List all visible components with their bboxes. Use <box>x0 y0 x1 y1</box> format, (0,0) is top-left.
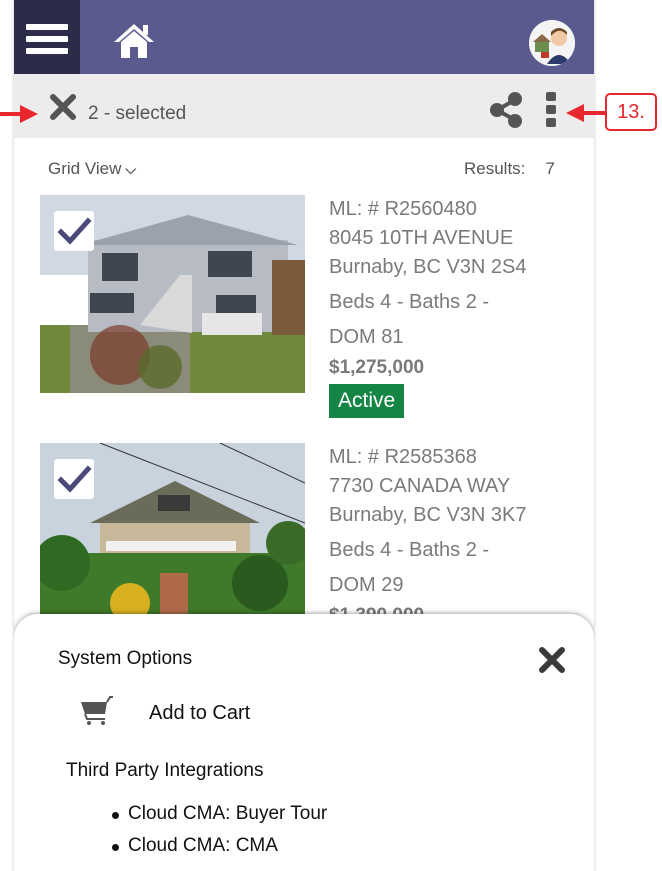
chevron-down-icon: ⌵ <box>125 161 137 177</box>
sheet-title: System Options <box>58 648 193 669</box>
listing-price: $1,275,000 <box>329 357 425 378</box>
grid-view-toggle[interactable]: Grid View ⌵ <box>48 159 136 179</box>
listing-checkbox[interactable] <box>54 211 94 251</box>
top-navbar <box>14 0 594 74</box>
close-icon <box>539 647 565 673</box>
listing-card[interactable]: ML: # R2560480 8045 10TH AVENUE Burnaby,… <box>14 195 594 418</box>
listing-address: 8045 10TH AVENUE <box>329 227 514 249</box>
results-label: Results: <box>464 159 526 178</box>
home-icon <box>114 24 154 58</box>
listing-beds-baths: Beds 4 - Baths 2 - <box>329 291 490 313</box>
selection-bar: 2 - selected <box>14 74 594 138</box>
clear-selection-button[interactable] <box>50 94 76 120</box>
close-sheet-button[interactable] <box>538 646 566 674</box>
listing-ml-number: ML: # R2560480 <box>329 198 477 220</box>
integration-cloud-cma-cma[interactable]: Cloud CMA: CMA <box>110 830 327 862</box>
listing-ml-number: ML: # R2585368 <box>329 446 477 468</box>
home-button[interactable] <box>112 20 156 60</box>
menu-button[interactable] <box>14 0 80 74</box>
listing-city: Burnaby, BC V3N 3K7 <box>329 504 527 526</box>
annotation-arrow-right <box>566 104 606 122</box>
cart-icon[interactable] <box>80 696 114 726</box>
selected-count: 2 - selected <box>88 103 187 124</box>
more-options-button[interactable] <box>544 92 558 128</box>
system-options-sheet: System Options Add to Cart Third Party I… <box>14 614 594 871</box>
third-party-integrations-heading: Third Party Integrations <box>66 760 264 781</box>
close-icon <box>50 94 76 120</box>
add-to-cart-button[interactable]: Add to Cart <box>149 702 250 725</box>
listing-info: ML: # R2560480 8045 10TH AVENUE Burnaby,… <box>329 195 589 418</box>
listing-dom: DOM 81 <box>329 326 404 348</box>
results-summary: Results: 7 <box>464 159 555 179</box>
integrations-list: Cloud CMA: Buyer Tour Cloud CMA: CMA <box>110 798 327 862</box>
annotation-arrow-left <box>0 105 38 123</box>
listing-checkbox[interactable] <box>54 459 94 499</box>
integration-cloud-cma-buyer-tour[interactable]: Cloud CMA: Buyer Tour <box>110 798 327 830</box>
share-button[interactable] <box>488 92 524 128</box>
status-badge: Active <box>329 384 405 418</box>
listing-dom: DOM 29 <box>329 574 404 596</box>
share-icon <box>490 92 522 128</box>
annotation-label: 13. <box>605 93 657 131</box>
listing-address: 7730 CANADA WAY <box>329 475 511 497</box>
listing-photo[interactable] <box>40 195 305 393</box>
more-vertical-icon <box>546 92 556 127</box>
listing-city: Burnaby, BC V3N 2S4 <box>329 256 527 278</box>
listing-info: ML: # R2585368 7730 CANADA WAY Burnaby, … <box>329 443 589 632</box>
results-count: 7 <box>545 159 555 178</box>
avatar[interactable] <box>529 20 575 66</box>
grid-view-label: Grid View <box>48 159 122 178</box>
checkmark-icon <box>57 217 92 245</box>
listing-card[interactable]: ML: # R2585368 7730 CANADA WAY Burnaby, … <box>14 443 594 643</box>
listing-photo[interactable] <box>40 443 305 641</box>
checkmark-icon <box>57 465 92 493</box>
listing-beds-baths: Beds 4 - Baths 2 - <box>329 539 490 561</box>
app-screen: 2 - selected Grid View ⌵ Results: 7 ML: … <box>14 0 594 871</box>
